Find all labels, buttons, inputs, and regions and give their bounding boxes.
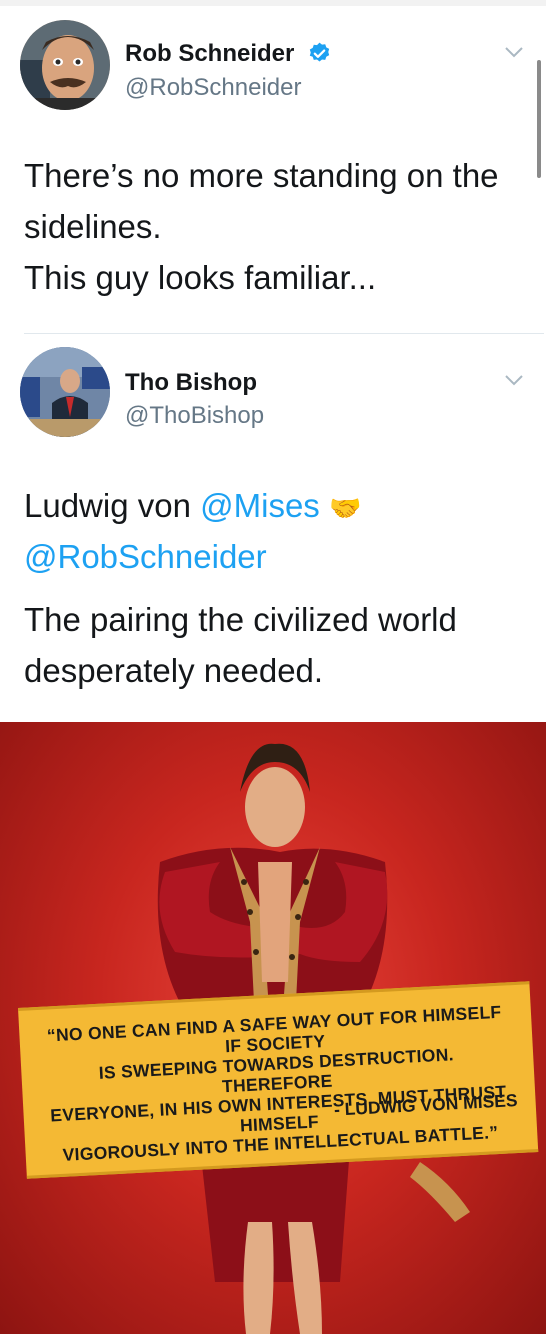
tweet-text-line-1: There’s no more standing on the xyxy=(24,157,499,194)
handshake-emoji: 🤝 xyxy=(328,493,362,523)
text-prefix: Ludwig von xyxy=(24,487,201,524)
tweet-text-line-4: desperately needed. xyxy=(24,652,324,689)
verified-badge-icon xyxy=(307,41,332,66)
display-name[interactable]: Tho Bishop xyxy=(125,369,257,397)
chevron-down-icon[interactable] xyxy=(504,373,524,387)
tweet-text-line-3: The pairing the civilized world xyxy=(24,601,457,638)
handle[interactable]: @ThoBishop xyxy=(125,402,264,430)
avatar-tho-bishop[interactable] xyxy=(20,347,110,437)
mention-robschneider-link[interactable]: @RobSchneider xyxy=(24,531,267,582)
tweet-divider xyxy=(24,333,544,334)
top-separator xyxy=(0,0,546,6)
avatar-rob-schneider[interactable] xyxy=(20,20,110,110)
handle[interactable]: @RobSchneider xyxy=(125,74,301,102)
quote-banner: “NO ONE CAN FIND A SAFE WAY OUT FOR HIMS… xyxy=(18,981,539,1179)
scrollbar[interactable] xyxy=(537,60,541,178)
display-name[interactable]: Rob Schneider xyxy=(125,40,294,68)
mention-mises-link[interactable]: @Mises xyxy=(200,487,320,524)
tweet-text-line-2: sidelines. xyxy=(24,208,162,245)
tweet-text-line-3: This guy looks familiar... xyxy=(24,259,377,296)
quote-text: “NO ONE CAN FIND A SAFE WAY OUT FOR HIMS… xyxy=(39,1001,516,1165)
chevron-down-icon[interactable] xyxy=(504,45,524,59)
tweet-text-line-1: Ludwig von @Mises 🤝 xyxy=(24,480,361,534)
